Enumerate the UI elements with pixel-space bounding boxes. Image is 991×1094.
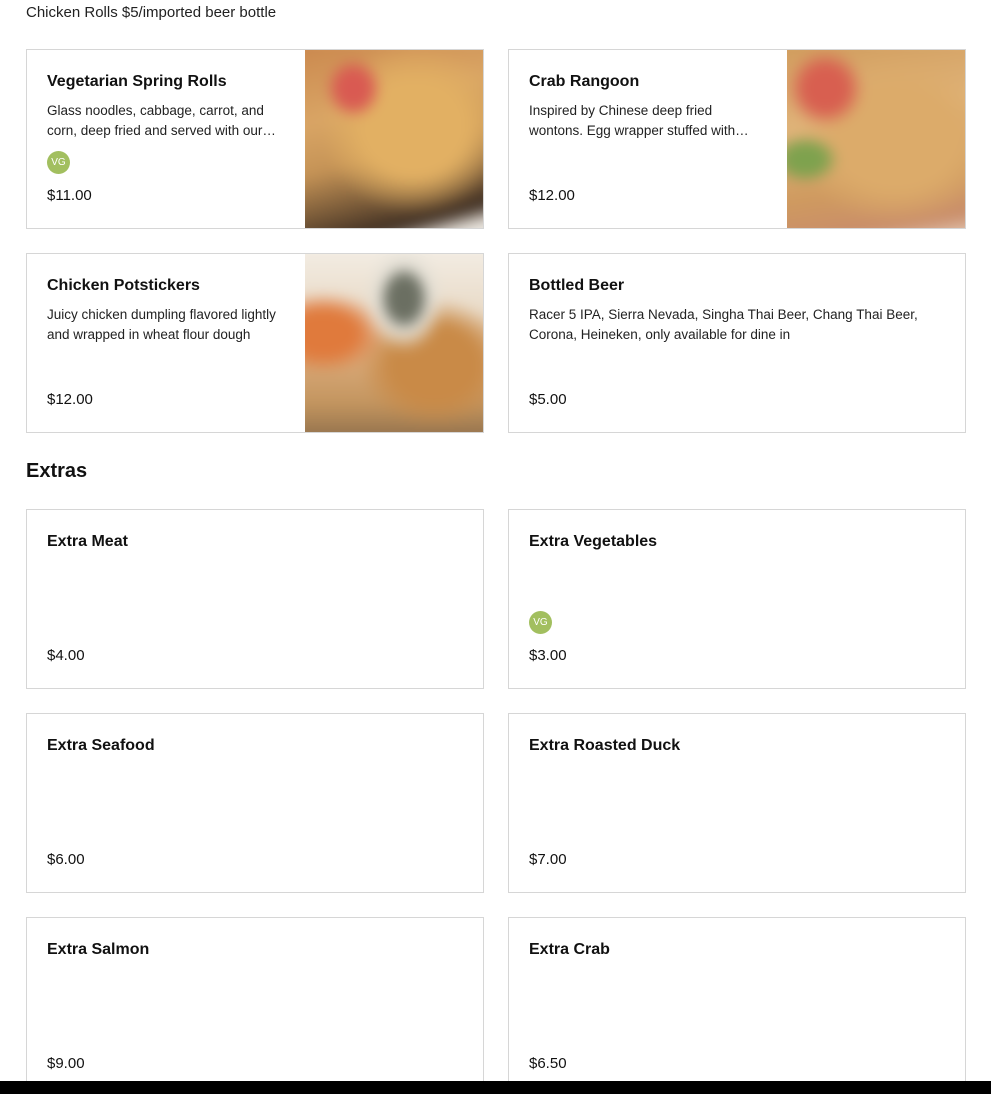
menu-page: Chicken Rolls $5/imported beer bottle Ve…: [0, 0, 991, 1094]
menu-item-info: Crab Rangoon Inspired by Chinese deep fr…: [529, 50, 767, 228]
menu-item-price: $12.00: [47, 391, 93, 408]
menu-item-description: Glass noodles, cabbage, carrot, and corn…: [47, 103, 264, 138]
menu-item-title: Extra Seafood: [47, 737, 155, 754]
menu-item-title: Extra Salmon: [47, 941, 150, 958]
bottom-bar: [0, 1081, 991, 1094]
menu-item-info: Extra Roasted Duck $7.00: [529, 714, 945, 892]
menu-item-card[interactable]: Bottled Beer Racer 5 IPA, Sierra Nevada,…: [508, 253, 966, 433]
menu-item-card[interactable]: Extra Seafood $6.00: [26, 713, 484, 893]
menu-item-price: $7.00: [529, 851, 567, 868]
menu-item-description: Juicy chicken dumpling flavored lightly …: [47, 307, 276, 342]
menu-item-card[interactable]: Vegetarian Spring Rolls Glass noodles, c…: [26, 49, 484, 229]
menu-item-card[interactable]: Extra Roasted Duck $7.00: [508, 713, 966, 893]
menu-item-title: Extra Roasted Duck: [529, 737, 681, 754]
menu-item-card[interactable]: Extra Crab $6.50: [508, 917, 966, 1094]
menu-item-info: Extra Salmon $9.00: [47, 918, 463, 1094]
menu-item-price: $11.00: [47, 187, 92, 204]
menu-item-info: Vegetarian Spring Rolls Glass noodles, c…: [47, 50, 285, 228]
spring-rolls-photo: [305, 50, 483, 228]
menu-item-price: $9.00: [47, 1055, 85, 1072]
menu-item-title: Crab Rangoon: [529, 73, 640, 90]
menu-item-info: Extra Seafood $6.00: [47, 714, 463, 892]
vegan-badge-icon: VG: [529, 611, 552, 634]
menu-item-description: Inspired by Chinese deep fried wontons. …: [529, 103, 736, 138]
menu-item-card[interactable]: Extra Salmon $9.00: [26, 917, 484, 1094]
menu-item-card[interactable]: Extra Vegetables VG $3.00: [508, 509, 966, 689]
menu-item-title: Chicken Potstickers: [47, 277, 200, 294]
menu-item-description: Racer 5 IPA, Sierra Nevada, Singha Thai …: [529, 307, 918, 342]
menu-item-price: $6.50: [529, 1055, 567, 1072]
menu-item-card[interactable]: Crab Rangoon Inspired by Chinese deep fr…: [508, 49, 966, 229]
potstickers-photo: [305, 254, 483, 432]
menu-item-price: $4.00: [47, 647, 85, 664]
menu-item-info: Bottled Beer Racer 5 IPA, Sierra Nevada,…: [529, 254, 945, 432]
menu-item-info: Extra Crab $6.50: [529, 918, 945, 1094]
crab-rangoon-photo: [787, 50, 965, 228]
menu-item-title: Extra Vegetables: [529, 533, 658, 550]
menu-item-info: Chicken Potstickers Juicy chicken dumpli…: [47, 254, 285, 432]
menu-item-card[interactable]: Extra Meat $4.00: [26, 509, 484, 689]
menu-item-price: $6.00: [47, 851, 85, 868]
menu-item-price: $5.00: [529, 391, 567, 408]
section-heading-extras: Extras: [26, 460, 88, 482]
menu-item-title: Vegetarian Spring Rolls: [47, 73, 227, 90]
section-note: Chicken Rolls $5/imported beer bottle: [26, 4, 277, 21]
menu-item-info: Extra Meat $4.00: [47, 510, 463, 688]
menu-item-card[interactable]: Chicken Potstickers Juicy chicken dumpli…: [26, 253, 484, 433]
vegan-badge-icon: VG: [47, 151, 70, 174]
menu-item-price: $3.00: [529, 647, 567, 664]
menu-item-title: Bottled Beer: [529, 277, 625, 294]
menu-item-title: Extra Meat: [47, 533, 128, 550]
menu-item-info: Extra Vegetables VG $3.00: [529, 510, 945, 688]
menu-item-title: Extra Crab: [529, 941, 610, 958]
menu-item-price: $12.00: [529, 187, 575, 204]
